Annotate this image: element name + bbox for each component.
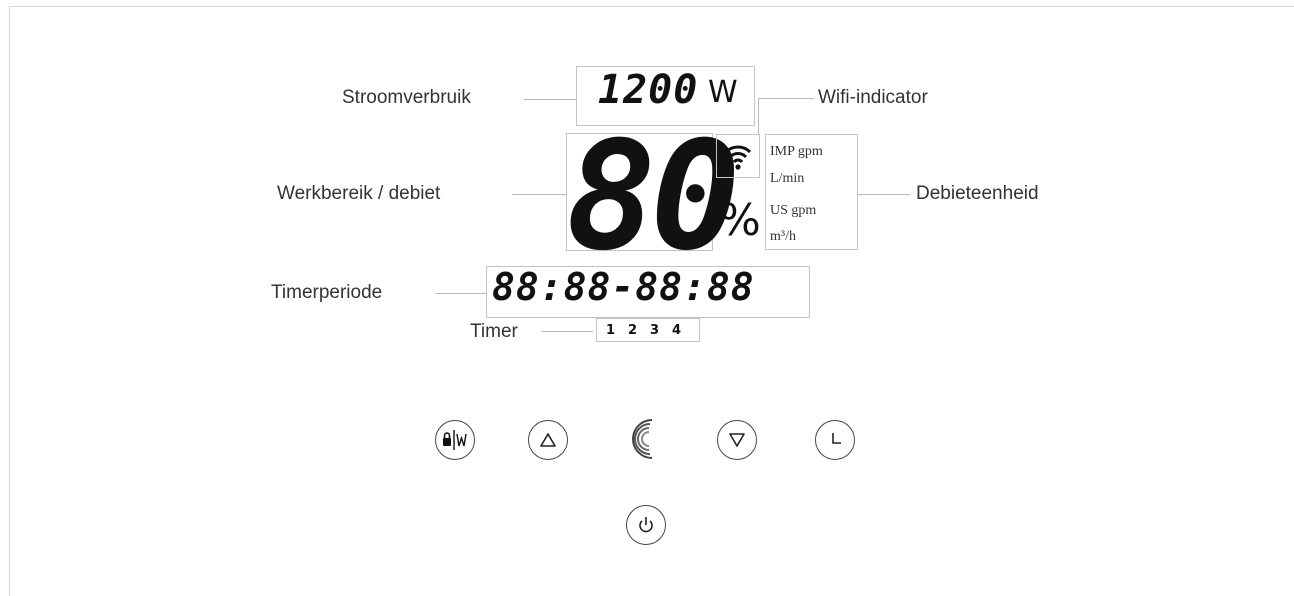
flow-unit-us-gpm: US gpm — [770, 203, 817, 218]
label-wifi: Wifi-indicator — [818, 87, 928, 108]
up-button[interactable] — [528, 420, 568, 460]
timer-period-value: 88:88-88:88 — [492, 265, 755, 309]
clock-icon — [832, 433, 841, 444]
lock-w-icon — [443, 430, 467, 450]
crescent-icon — [632, 419, 653, 459]
label-timer: Timer — [470, 321, 518, 342]
lock-wifi-button[interactable] — [435, 420, 475, 460]
leader-timer — [541, 331, 593, 332]
label-flow-unit: Debieteenheid — [916, 183, 1039, 204]
timer-number-3: 3 — [650, 323, 660, 338]
percent-sign: % — [719, 195, 761, 246]
flow-unit-imp-gpm: IMP gpm — [770, 144, 823, 159]
mode-button[interactable] — [622, 416, 668, 462]
timer-number-4: 4 — [672, 323, 682, 338]
timer-number-2: 2 — [628, 323, 638, 338]
timer-number-1: 1 — [606, 323, 616, 338]
leader-wifi-v — [758, 98, 759, 134]
leader-flow-unit — [858, 194, 910, 195]
leader-wifi-h — [758, 98, 814, 99]
range-value: 80 — [566, 110, 741, 284]
leader-timer-period — [436, 293, 486, 294]
leader-range — [512, 194, 566, 195]
power-icon — [639, 517, 653, 533]
power-value: 1200 — [598, 67, 699, 113]
down-button[interactable] — [717, 420, 757, 460]
flow-unit-m3-h: m³/h — [770, 229, 796, 244]
label-timer-period: Timerperiode — [271, 282, 383, 303]
power-unit: W — [708, 75, 738, 110]
power-button[interactable] — [626, 505, 666, 545]
triangle-up-icon — [540, 433, 556, 447]
wifi-indicator-box — [716, 134, 760, 178]
leader-power — [524, 99, 576, 100]
triangle-down-icon — [729, 433, 745, 447]
flow-unit-l-min: L/min — [770, 171, 805, 186]
label-range: Werkbereik / debiet — [277, 183, 441, 204]
timer-button[interactable] — [815, 420, 855, 460]
label-power: Stroomverbruik — [342, 87, 471, 108]
wifi-icon — [724, 145, 752, 170]
